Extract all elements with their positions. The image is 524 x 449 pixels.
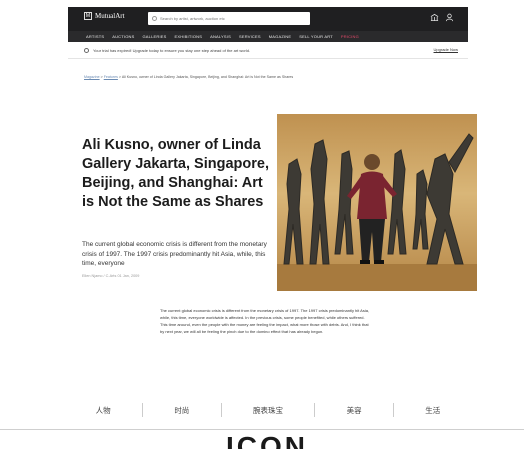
article-hero-image [277,114,477,291]
nav-artists[interactable]: ARTISTS [86,34,104,39]
nav-galleries[interactable]: GALLERIES [143,34,167,39]
article-byline: Ellen Njamo / C-Arts 01 Jan, 2009 [82,274,140,278]
brand-logo[interactable]: ICON [226,433,308,449]
trial-message: Your trial has expired! Upgrade today to… [93,47,251,53]
bank-icon[interactable] [430,13,439,22]
search-bar[interactable] [148,12,310,25]
divider [220,403,222,417]
article-title: Ali Kusno, owner of Linda Gallery Jakart… [82,137,269,210]
nav-magazine[interactable]: MAGAZINE [269,34,292,39]
divider [392,403,394,417]
top-header: M MutualArt [68,7,468,31]
breadcrumb-magazine[interactable]: Magazine [84,75,100,79]
article-standfirst: The current global economic crisis is di… [82,241,267,268]
breadcrumb-separator: > [100,75,103,79]
divider [314,403,316,417]
breadcrumb-separator: > [118,75,121,79]
site-logo[interactable]: M MutualArt [84,12,125,20]
header-icons [430,13,454,22]
breadcrumb: Magazine > Features > Ali Kusno, owner o… [84,75,293,79]
nav-exhibitions[interactable]: EXHIBITIONS [175,34,203,39]
nav-services[interactable]: SERVICES [239,34,261,39]
search-icon [152,16,157,21]
nav-auctions[interactable]: AUCTIONS [112,34,134,39]
category-lifestyle[interactable]: 生活 [425,405,440,416]
main-nav: ARTISTS AUCTIONS GALLERIES EXHIBITIONS A… [68,31,468,42]
category-fashion[interactable]: 时尚 [174,405,189,416]
divider [68,58,468,59]
category-nav: 人物 时尚 腕表珠宝 美容 生活 [68,398,468,422]
logo-text: MutualArt [95,12,125,20]
category-people[interactable]: 人物 [96,405,111,416]
nav-analysis[interactable]: ANALYSIS [210,34,231,39]
info-icon [84,47,89,53]
upgrade-now-link[interactable]: Upgrade Now [434,47,458,52]
user-icon[interactable] [445,13,454,22]
search-input[interactable] [160,16,300,21]
divider [141,403,143,417]
nav-pricing[interactable]: PRICING [341,34,359,39]
breadcrumb-current: Ali Kusno, owner of Linda Gallery Jakart… [121,75,294,79]
nav-sell-your-art[interactable]: SELL YOUR ART [299,34,333,39]
divider [0,429,524,430]
logo-mark: M [84,12,92,20]
breadcrumb-features[interactable]: Features [104,75,118,79]
category-watches-jewelry[interactable]: 腕表珠宝 [253,405,283,416]
category-beauty[interactable]: 美容 [347,405,362,416]
article-body: The current global economic crisis is di… [160,308,370,334]
trial-banner: Your trial has expired! Upgrade today to… [68,45,468,55]
